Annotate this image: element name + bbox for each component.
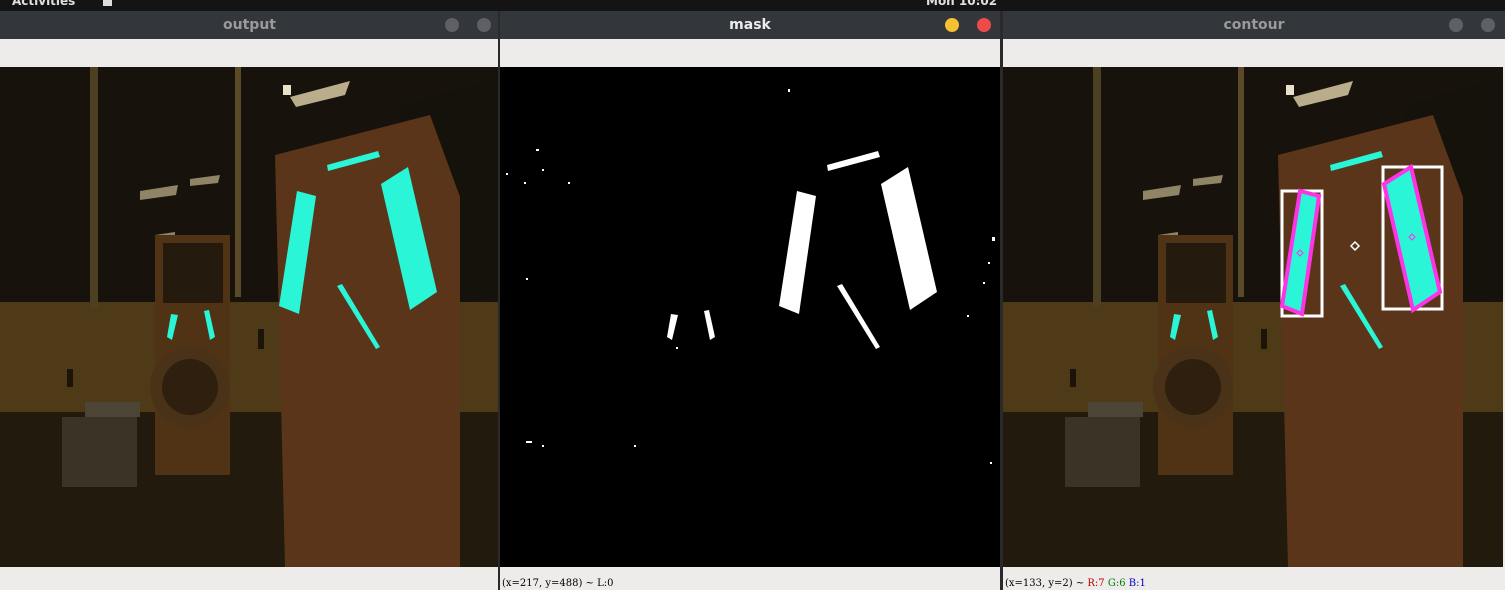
contour-image-canvas xyxy=(1003,67,1503,567)
contour-image[interactable] xyxy=(1003,67,1505,567)
minimize-button[interactable] xyxy=(1449,18,1463,32)
pixel-red-value: R:7 xyxy=(1087,578,1105,589)
close-button[interactable] xyxy=(1481,18,1495,32)
status-bar: (x=133, y=2) ~ R:7 G:6 B:1 xyxy=(1003,577,1505,590)
status-bar: (x=217, y=488) ~ L:0 xyxy=(500,577,1000,590)
minimize-button[interactable] xyxy=(445,18,459,32)
toolbar xyxy=(1003,39,1505,67)
mask-image-canvas xyxy=(500,67,1000,567)
window-title: contour xyxy=(1223,17,1285,33)
cursor-position: (x=133, y=2) ~ xyxy=(1005,578,1085,589)
output-titlebar[interactable]: output xyxy=(0,11,499,39)
pixel-green-value: G:6 xyxy=(1107,578,1126,589)
app-menu-icon[interactable] xyxy=(103,0,112,6)
mask-window: mask (x=217, y=488) ~ L:0 xyxy=(500,11,1000,590)
contour-window: contour (x=133, y=2) ~ R:7 G:6 B:1 xyxy=(1003,11,1505,590)
window-title: mask xyxy=(729,17,771,33)
close-button[interactable] xyxy=(477,18,491,32)
clock[interactable]: Mon 10:02 xyxy=(926,0,997,8)
mask-image[interactable] xyxy=(500,67,1000,567)
output-image[interactable] xyxy=(0,67,499,567)
pixel-blue-value: B:1 xyxy=(1128,578,1146,589)
scene-image xyxy=(0,67,499,567)
window-title: output xyxy=(223,17,276,33)
close-button[interactable] xyxy=(977,18,991,32)
output-window: output xyxy=(0,11,499,590)
status-bar xyxy=(0,577,499,590)
contour-titlebar[interactable]: contour xyxy=(1003,11,1505,39)
top-bar: Activities Mon 10:02 xyxy=(0,0,1505,11)
activities-button[interactable]: Activities xyxy=(12,0,75,8)
mask-titlebar[interactable]: mask xyxy=(500,11,1000,39)
toolbar xyxy=(0,39,499,67)
minimize-button[interactable] xyxy=(945,18,959,32)
toolbar xyxy=(500,39,1000,67)
